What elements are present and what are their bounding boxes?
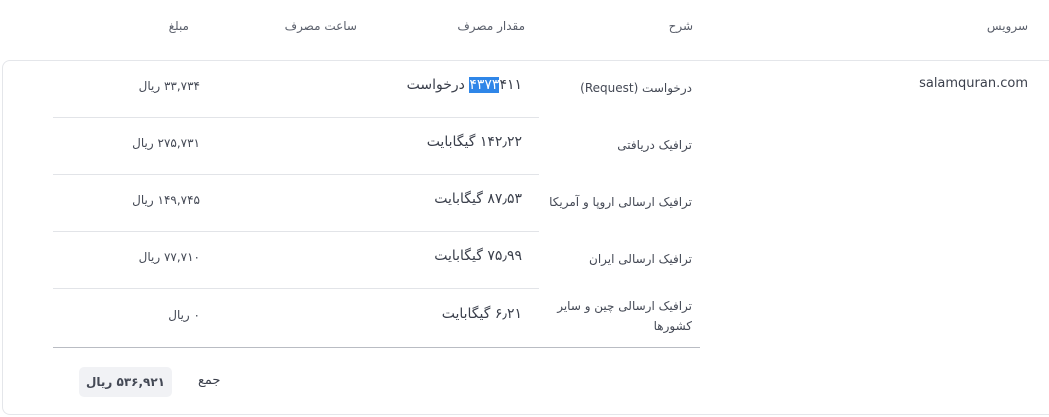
row-description: ترافیک دریافتی xyxy=(617,138,692,152)
header-service: سرویس xyxy=(986,19,1028,33)
row-usage: ۶٫۲۱ گیگابایت xyxy=(441,306,522,322)
row-description: ترافیک ارسالی چین و سایر کشورها xyxy=(557,299,692,333)
row-usage: ۴۳۷۳۴۱۱ درخواست xyxy=(360,77,522,93)
row-amount: ۲۷۵,۷۳۱ ریال xyxy=(132,136,200,150)
selected-text[interactable]: ۴۳۷۳ xyxy=(469,77,500,93)
table-row: ترافیک دریافتی ۱۴۲٫۲۲ گیگابایت ۲۷۵,۷۳۱ ر… xyxy=(0,117,1049,174)
total-divider xyxy=(53,347,700,348)
row-usage: ۱۴۲٫۲۲ گیگابایت xyxy=(426,134,522,150)
table-row: ترافیک ارسالی ایران ۷۵٫۹۹ گیگابایت ۷۷,۷۱… xyxy=(0,231,1049,288)
usage-text-post: ۴۱۱ درخواست xyxy=(406,77,522,93)
total-label: جمع xyxy=(198,373,221,388)
table-row: ترافیک ارسالی اروپا و آمریکا ۸۷٫۵۳ گیگاب… xyxy=(0,174,1049,231)
header-usage: مقدار مصرف xyxy=(457,19,525,33)
row-amount: ۳۳,۷۳۴ ریال xyxy=(138,79,200,93)
header-usage-hours: ساعت مصرف xyxy=(284,19,357,33)
row-amount: ۰ ریال xyxy=(168,308,200,322)
table-row: درخواست (Request) ۴۳۷۳۴۱۱ درخواست ۳۳,۷۳۴… xyxy=(0,60,1049,117)
row-usage: ۷۵٫۹۹ گیگابایت xyxy=(434,248,522,264)
row-usage: ۸۷٫۵۳ گیگابایت xyxy=(434,191,522,207)
total-amount-badge: ۵۳۶,۹۲۱ ریال xyxy=(79,367,172,397)
header-description: شرح xyxy=(668,19,693,33)
row-description: درخواست (Request) xyxy=(580,81,692,95)
row-description: ترافیک ارسالی ایران xyxy=(589,252,692,266)
row-description: ترافیک ارسالی اروپا و آمریکا xyxy=(549,195,692,209)
header-amount: مبلغ xyxy=(168,19,189,33)
row-amount: ۱۴۹,۷۴۵ ریال xyxy=(132,193,200,207)
table-row: ترافیک ارسالی چین و سایر کشورها ۶٫۲۱ گیگ… xyxy=(0,288,1049,345)
row-amount: ۷۷,۷۱۰ ریال xyxy=(138,250,200,264)
